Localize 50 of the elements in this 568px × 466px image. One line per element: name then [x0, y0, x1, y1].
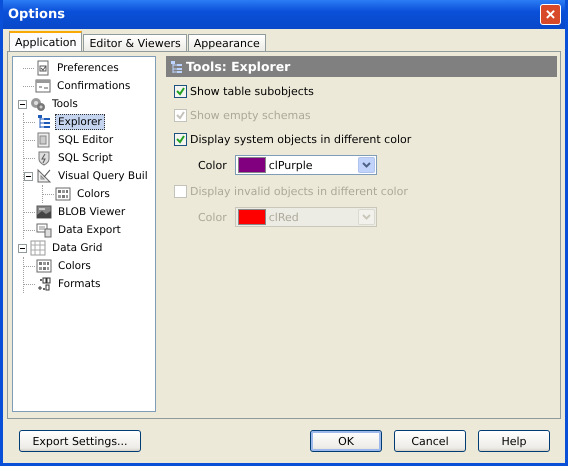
- close-button[interactable]: ×: [540, 4, 561, 25]
- grid-icon: [30, 240, 46, 256]
- checkbox-label: Show table subobjects: [190, 84, 314, 98]
- field-label: Color: [198, 158, 227, 172]
- dropdown-value: clRed: [268, 210, 300, 224]
- tree-item[interactable]: Data Grid: [49, 240, 106, 256]
- tab[interactable]: Application: [9, 31, 82, 51]
- tree-item[interactable]: Confirmations: [54, 78, 134, 94]
- checkbox[interactable]: [174, 84, 187, 98]
- dialog-button[interactable]: OK: [310, 430, 382, 452]
- tree-item[interactable]: Visual Query Buil: [55, 168, 151, 184]
- expander-icon[interactable]: [18, 244, 27, 252]
- window-title: Options: [8, 7, 65, 22]
- number-format-icon: [36, 276, 52, 292]
- chevron-down-icon: [362, 214, 371, 220]
- tree-item[interactable]: Data Export: [55, 222, 124, 238]
- chevron-down-icon: [362, 162, 371, 168]
- tree-item[interactable]: Preferences: [54, 60, 122, 76]
- section-title: Tools: Explorer: [186, 59, 290, 74]
- tree-item[interactable]: BLOB Viewer: [55, 204, 128, 220]
- checkbox-label: Display system objects in different color: [190, 132, 412, 146]
- expander-icon[interactable]: [24, 172, 33, 180]
- dialog-button[interactable]: Export Settings...: [19, 430, 141, 452]
- image-icon: [36, 204, 52, 220]
- tree-item[interactable]: SQL Script: [55, 150, 116, 166]
- dialog-button[interactable]: Help: [478, 430, 550, 452]
- color-dropdown[interactable]: clPurple: [234, 155, 377, 175]
- tree-icon: [170, 60, 182, 74]
- expander-icon[interactable]: [18, 100, 27, 108]
- gears-icon: [30, 96, 46, 112]
- triangle-ruler-icon: [36, 168, 52, 184]
- document-icon: [35, 60, 51, 76]
- checkbox-label: Show empty schemas: [190, 108, 311, 122]
- tree-item[interactable]: Tools: [49, 96, 81, 112]
- tree-item[interactable]: Formats: [55, 276, 104, 292]
- checkbox-label: Display invalid objects in different color: [190, 184, 408, 198]
- document-icon: [36, 132, 52, 148]
- tree-icon: [36, 114, 52, 130]
- field-label: Color: [198, 210, 227, 224]
- checkbox[interactable]: [174, 132, 187, 146]
- tree-item[interactable]: Explorer: [55, 114, 105, 130]
- tree-item[interactable]: Colors: [74, 186, 113, 202]
- document-icon: [36, 222, 52, 238]
- tab[interactable]: Appearance: [188, 34, 266, 51]
- tab[interactable]: Editor & Viewers: [83, 34, 187, 51]
- dropdown-value: clPurple: [268, 158, 314, 172]
- tree-item[interactable]: SQL Editor: [55, 132, 116, 148]
- dialog-button[interactable]: Cancel: [394, 430, 466, 452]
- shield-icon: [36, 150, 52, 166]
- tree-item[interactable]: Colors: [55, 258, 94, 274]
